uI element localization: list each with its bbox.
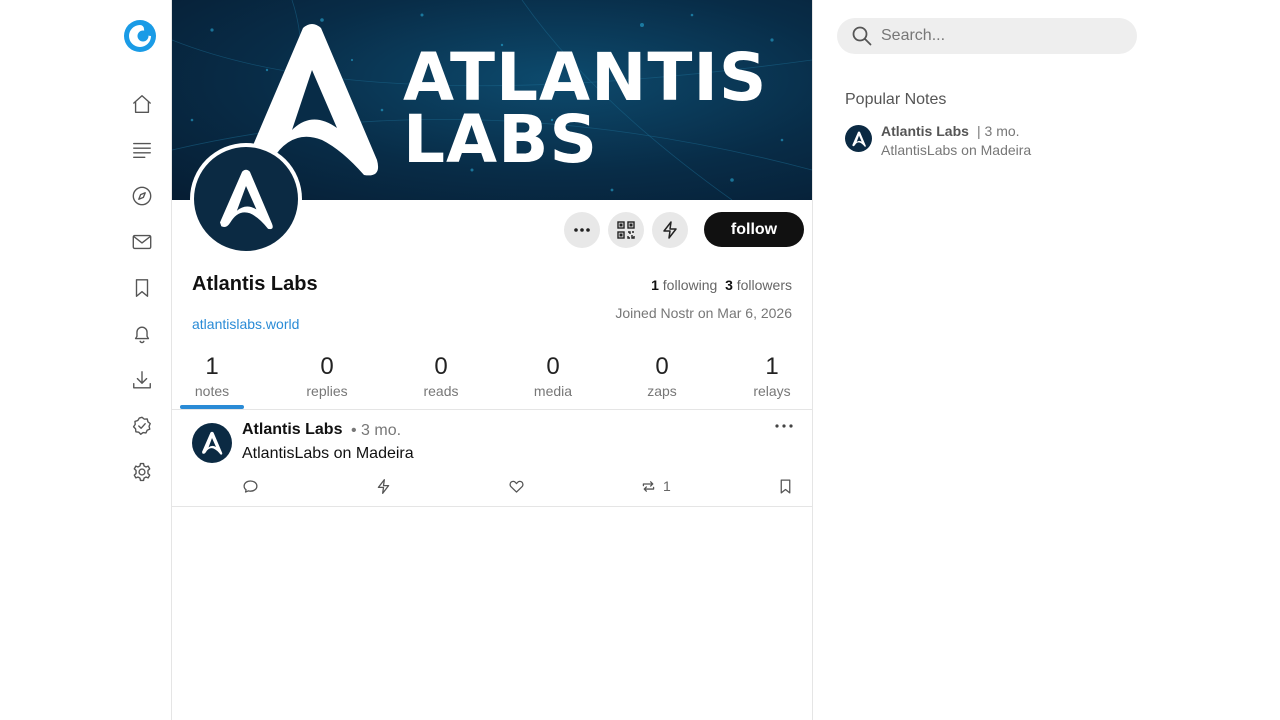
repost-count: 1 bbox=[663, 478, 671, 494]
note-timestamp: • 3 mo. bbox=[351, 422, 402, 439]
tab-reads[interactable]: 0 reads bbox=[411, 350, 471, 398]
download-icon[interactable] bbox=[130, 368, 154, 392]
home-icon[interactable] bbox=[130, 92, 154, 116]
lightning-icon bbox=[663, 221, 677, 239]
search-bar[interactable] bbox=[837, 18, 1137, 54]
followers-link[interactable]: 3 followers bbox=[725, 277, 792, 293]
popular-note-item[interactable]: Atlantis Labs | 3 mo. AtlantisLabs on Ma… bbox=[845, 123, 1145, 163]
profile-name: Atlantis Labs bbox=[192, 273, 318, 295]
ellipsis-icon bbox=[574, 228, 590, 232]
note-content: AtlantisLabs on Madeira bbox=[242, 445, 414, 462]
gear-icon[interactable] bbox=[130, 460, 154, 484]
following-link[interactable]: 1 following bbox=[651, 277, 717, 293]
heart-icon bbox=[509, 480, 524, 493]
qr-code-icon bbox=[617, 221, 635, 239]
search-input[interactable] bbox=[881, 27, 1111, 45]
zap-note-button[interactable] bbox=[375, 476, 392, 496]
bookmark-icon bbox=[780, 478, 791, 494]
zap-button[interactable] bbox=[652, 212, 688, 248]
popular-note-author[interactable]: Atlantis Labs bbox=[881, 123, 969, 139]
tab-relays[interactable]: 1 relays bbox=[742, 350, 802, 398]
note-more-icon[interactable] bbox=[772, 418, 796, 434]
app-logo-icon[interactable] bbox=[123, 19, 157, 53]
tab-notes[interactable]: 1 notes bbox=[182, 350, 242, 398]
badge-check-icon[interactable] bbox=[130, 414, 154, 438]
follow-stats: 1 following 3 followers bbox=[651, 277, 792, 293]
qr-code-button[interactable] bbox=[608, 212, 644, 248]
banner-title: ATLANTIS LABS bbox=[403, 39, 768, 178]
profile-tabs: 1 notes 0 replies 0 reads 0 media 0 zaps 1 rel… bbox=[172, 350, 812, 410]
search-icon bbox=[852, 26, 872, 46]
popular-note-content: AtlantisLabs on Madeira bbox=[881, 142, 1032, 158]
tab-media[interactable]: 0 media bbox=[523, 350, 583, 398]
follow-button[interactable]: follow bbox=[704, 212, 804, 247]
comment-icon bbox=[243, 479, 258, 493]
joined-date: Joined Nostr on Mar 6, 2026 bbox=[615, 305, 792, 321]
repost-icon bbox=[642, 480, 655, 492]
tab-zaps[interactable]: 0 zaps bbox=[632, 350, 692, 398]
atlantis-logo-icon bbox=[220, 169, 273, 230]
note-author[interactable]: Atlantis Labs bbox=[242, 421, 342, 439]
mail-icon[interactable] bbox=[130, 230, 154, 254]
profile-column: ATLANTIS LABS follow Atlantis Labs 1 fol… bbox=[171, 0, 813, 720]
profile-website-link[interactable]: atlantislabs.world bbox=[192, 316, 299, 332]
active-tab-indicator bbox=[180, 405, 244, 409]
popular-note-avatar[interactable] bbox=[845, 125, 872, 152]
note-item[interactable]: Atlantis Labs • 3 mo. AtlantisLabs on Ma… bbox=[172, 410, 812, 507]
left-nav-rail bbox=[110, 0, 172, 720]
list-icon[interactable] bbox=[130, 138, 154, 162]
like-button[interactable] bbox=[508, 476, 525, 496]
bookmark-icon[interactable] bbox=[130, 276, 154, 300]
note-avatar[interactable] bbox=[192, 423, 232, 463]
more-options-button[interactable] bbox=[564, 212, 600, 248]
profile-avatar[interactable] bbox=[190, 143, 302, 255]
popular-notes-heading: Popular Notes bbox=[845, 91, 947, 108]
popular-note-time: | 3 mo. bbox=[977, 123, 1020, 139]
bookmark-note-button[interactable] bbox=[777, 476, 794, 496]
atlantis-logo-icon bbox=[851, 131, 866, 147]
tab-replies[interactable]: 0 replies bbox=[297, 350, 357, 398]
bell-icon[interactable] bbox=[130, 322, 154, 346]
repost-button[interactable]: 1 bbox=[640, 476, 671, 496]
lightning-icon bbox=[377, 478, 390, 494]
atlantis-logo-icon bbox=[202, 431, 223, 455]
compass-icon[interactable] bbox=[130, 184, 154, 208]
reply-button[interactable] bbox=[242, 476, 259, 496]
